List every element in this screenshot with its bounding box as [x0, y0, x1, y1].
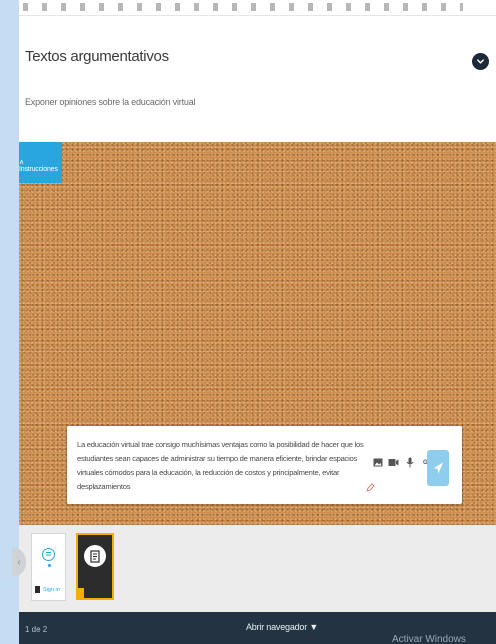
instructions-tab[interactable]: ∧ Instrucciones	[19, 142, 62, 183]
thumbnail-strip: ‹ Sign in	[12, 525, 496, 612]
badge-icon	[35, 586, 40, 593]
menu-icon	[42, 548, 55, 561]
page-title: Textos argumentativos	[25, 48, 169, 65]
post-tools: GIF	[372, 457, 433, 468]
header: Textos argumentativos Exponer opiniones …	[19, 16, 496, 142]
edit-icon[interactable]	[366, 483, 375, 492]
top-toolbar-strip	[19, 0, 496, 16]
thumbnail-signin[interactable]: Sign in	[31, 533, 66, 601]
activate-windows-watermark: Activar Windows	[392, 634, 466, 644]
chevron-left-icon: ‹	[17, 556, 21, 568]
cork-board: ∧ Instrucciones La educación virtual tra…	[19, 142, 496, 525]
microphone-icon[interactable]	[404, 457, 415, 468]
page-indicator: 1 de 2	[25, 625, 48, 634]
previous-arrow[interactable]: ‹	[12, 547, 26, 577]
page-subtitle: Exponer opiniones sobre la educación vir…	[25, 97, 196, 107]
dot-icon	[48, 564, 51, 567]
collapse-button[interactable]	[472, 53, 489, 70]
chevron-down-icon	[477, 59, 484, 64]
footer-bar: 1 de 2 Abrir navegador ▼ Activar Windows	[19, 612, 496, 644]
highlight-tag	[78, 588, 84, 598]
thumbnail-current[interactable]	[76, 533, 114, 600]
image-icon[interactable]	[372, 457, 383, 468]
open-browser-button[interactable]: Abrir navegador ▼	[246, 622, 318, 632]
toolbar-icons-row	[23, 3, 463, 11]
post-text[interactable]: La educación virtual trae consigo muchís…	[77, 438, 367, 494]
post-card[interactable]: La educación virtual trae consigo muchís…	[67, 426, 462, 504]
send-button[interactable]	[427, 450, 449, 486]
send-icon	[433, 462, 443, 474]
video-icon[interactable]	[388, 457, 399, 468]
thumbnail-label: Sign in	[43, 587, 60, 593]
notebook-icon	[84, 545, 106, 567]
